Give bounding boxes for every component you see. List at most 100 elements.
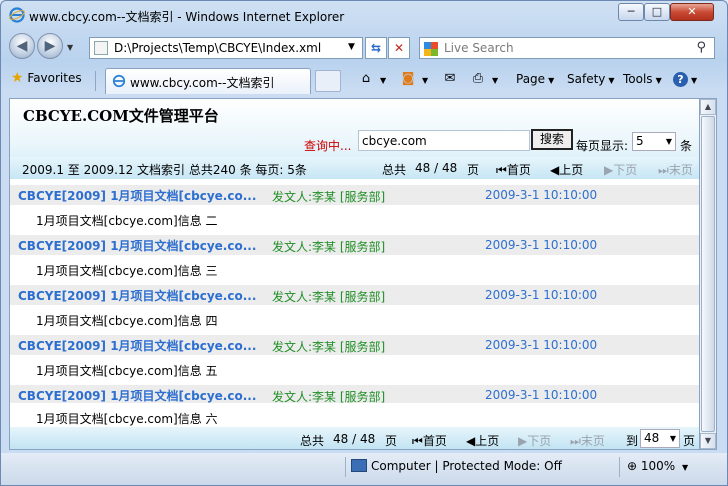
result-title-link[interactable]: CBCYE[2009] 1月项目文档[cbcye.co... (18, 187, 256, 204)
prev-page-link[interactable]: ◀上页 (466, 432, 499, 449)
maximize-button[interactable]: □ (644, 3, 670, 21)
first-page-label: 首页 (422, 434, 447, 448)
result-author: 发文人:李某 [服务部] (272, 290, 386, 304)
command-bar: ★ Favorites www.cbcy.com--文档索引 ⌂ ▼ ◙ ▼ ✉… (1, 65, 727, 95)
pager-page-status: 48 / 48 (415, 161, 458, 175)
window-title: www.cbcy.com--文档索引 - Windows Internet Ex… (29, 10, 345, 24)
scrollbar-thumb[interactable] (701, 116, 715, 432)
page-header: CBCYE.COM文件管理平台 查询中... 搜索 每页显示: 5▼ 条 200… (10, 99, 699, 179)
zoom-level: 100% (640, 459, 676, 473)
help-menu[interactable]: ? ▼ (673, 72, 697, 87)
close-button[interactable]: ✕ (670, 3, 714, 21)
result-title-link[interactable]: CBCYE[2009] 1月项目文档[cbcye.co... (18, 337, 256, 354)
result-title-link[interactable]: CBCYE[2009] 1月项目文档[cbcye.co... (18, 387, 256, 404)
zoom-control[interactable]: ⊕ 100% ▼ (627, 459, 688, 473)
first-page-link[interactable]: ⏮首页 (412, 432, 447, 449)
browser-tab[interactable]: www.cbcy.com--文档索引 (105, 68, 311, 94)
goto-label: 到 (626, 434, 639, 448)
result-date: 2009-3-1 10:10:00 (485, 238, 598, 252)
divider (619, 457, 620, 477)
recent-pages-dropdown[interactable]: ▼ (67, 43, 73, 52)
result-description: 1月项目文档[cbcye.com]信息 六 (36, 412, 218, 426)
per-page-label: 每页显示: (576, 139, 629, 153)
next-page-link[interactable]: ▶下页 (518, 432, 551, 449)
prev-page-label: 上页 (475, 434, 500, 448)
browser-window: www.cbcy.com--文档索引 - Windows Internet Ex… (0, 0, 728, 486)
back-button[interactable]: ◀ (9, 33, 35, 59)
first-page-label: 首页 (506, 163, 531, 177)
next-page-link[interactable]: ▶下页 (604, 161, 637, 178)
result-description: 1月项目文档[cbcye.com]信息 二 (36, 214, 218, 228)
home-icon[interactable]: ⌂ (357, 71, 375, 87)
print-icon[interactable]: ⎙ (469, 71, 487, 87)
scroll-down-button[interactable]: ▼ (700, 433, 716, 449)
status-bar: Computer | Protected Mode: Off ⊕ 100% ▼ (1, 453, 727, 485)
address-url[interactable]: D:\Projects\Temp\CBCYE\Index.xml (114, 41, 321, 55)
print-dropdown[interactable]: ▼ (489, 72, 498, 86)
page-menu[interactable]: Page ▼ (516, 72, 554, 86)
result-title-link[interactable]: CBCYE[2009] 1月项目文档[cbcye.co... (18, 237, 256, 254)
result-title-row: CBCYE[2009] 1月项目文档[cbcye.co... 发文人:李某 [服… (10, 235, 699, 255)
search-button[interactable]: 搜索 (531, 129, 573, 150)
safety-menu[interactable]: Safety ▼ (567, 72, 615, 86)
security-zone[interactable]: Computer | Protected Mode: Off (351, 459, 562, 473)
result-desc-row: 1月项目文档[cbcye.com]信息 二 (10, 205, 699, 235)
last-page-link[interactable]: ⏭末页 (570, 432, 605, 449)
pager-bottom: 总共 48 / 48 页 ⏮首页 ◀上页 ▶下页 ⏭末页 到 48 ▼ 页 (300, 429, 699, 449)
favorites-button[interactable]: ★ Favorites (11, 70, 82, 90)
last-page-link[interactable]: ⏭末页 (658, 161, 693, 178)
next-page-icon: ▶ (604, 163, 614, 177)
stop-button[interactable]: ✕ (388, 37, 410, 59)
live-search-box[interactable]: Live Search ⚲ (419, 37, 715, 59)
zoom-icon: ⊕ (627, 459, 638, 473)
result-desc-row: 1月项目文档[cbcye.com]信息 三 (10, 255, 699, 285)
search-icon[interactable]: ⚲ (696, 40, 706, 55)
new-tab-button[interactable] (315, 70, 341, 92)
ie-page-icon (112, 74, 126, 88)
goto-unit: 页 (683, 434, 696, 448)
safety-menu-label: Safety (567, 72, 606, 86)
index-summary: 2009.1 至 2009.12 文档索引 总共240 条 每页: 5条 (22, 163, 307, 177)
pager-page-status: 48 / 48 (333, 432, 376, 446)
refresh-button[interactable]: ⇆ (365, 37, 387, 59)
result-title-link[interactable]: CBCYE[2009] 1月项目文档[cbcye.co... (18, 287, 256, 304)
result-title-row: CBCYE[2009] 1月项目文档[cbcye.co... 发文人:李某 [服… (10, 185, 699, 205)
next-page-icon: ▶ (518, 434, 528, 448)
per-page-value: 5 (636, 134, 644, 148)
prev-page-link[interactable]: ◀上页 (550, 161, 583, 178)
scroll-up-button[interactable]: ▲ (700, 99, 716, 115)
result-date: 2009-3-1 10:10:00 (485, 288, 598, 302)
first-page-link[interactable]: ⏮首页 (496, 161, 531, 178)
forward-button[interactable]: ▶ (37, 33, 63, 59)
result-title-row: CBCYE[2009] 1月项目文档[cbcye.co... 发文人:李某 [服… (10, 335, 699, 355)
chevron-down-icon[interactable]: ▼ (348, 42, 355, 52)
title-bar: www.cbcy.com--文档索引 - Windows Internet Ex… (1, 1, 727, 31)
tools-menu[interactable]: Tools ▼ (623, 72, 662, 86)
prev-page-icon: ◀ (550, 163, 560, 177)
result-desc-row: 1月项目文档[cbcye.com]信息 五 (10, 355, 699, 385)
page-content: CBCYE.COM文件管理平台 查询中... 搜索 每页显示: 5▼ 条 200… (9, 98, 700, 450)
vertical-scrollbar[interactable]: ▲ ▼ (700, 98, 717, 450)
per-page-select[interactable]: 5 ▼ (632, 132, 676, 151)
page-menu-label: Page (516, 72, 546, 86)
computer-icon (351, 459, 367, 472)
site-title: CBCYE.COM文件管理平台 (23, 107, 219, 125)
prev-page-icon: ◀ (466, 434, 476, 448)
divider (95, 71, 96, 91)
last-page-label: 末页 (580, 434, 605, 448)
prev-page-label: 上页 (559, 163, 584, 177)
last-page-icon: ⏭ (570, 434, 581, 448)
favorites-label: Favorites (27, 71, 82, 85)
search-input[interactable]: Live Search (444, 41, 514, 55)
home-dropdown[interactable]: ▼ (377, 72, 386, 86)
mail-icon[interactable]: ✉ (441, 71, 459, 87)
pager-total-label: 总共 (382, 163, 407, 177)
result-author: 发文人:李某 [服务部] (272, 340, 386, 354)
address-bar[interactable]: D:\Projects\Temp\CBCYE\Index.xml ▼ (89, 37, 363, 59)
feeds-dropdown[interactable]: ▼ (419, 72, 428, 86)
goto-page-select[interactable]: 48 ▼ (640, 429, 680, 448)
pager-total-label: 总共 (300, 434, 325, 448)
rss-feed-icon[interactable]: ◙ (399, 71, 417, 87)
minimize-button[interactable]: ─ (618, 3, 644, 21)
query-input[interactable] (358, 130, 530, 151)
